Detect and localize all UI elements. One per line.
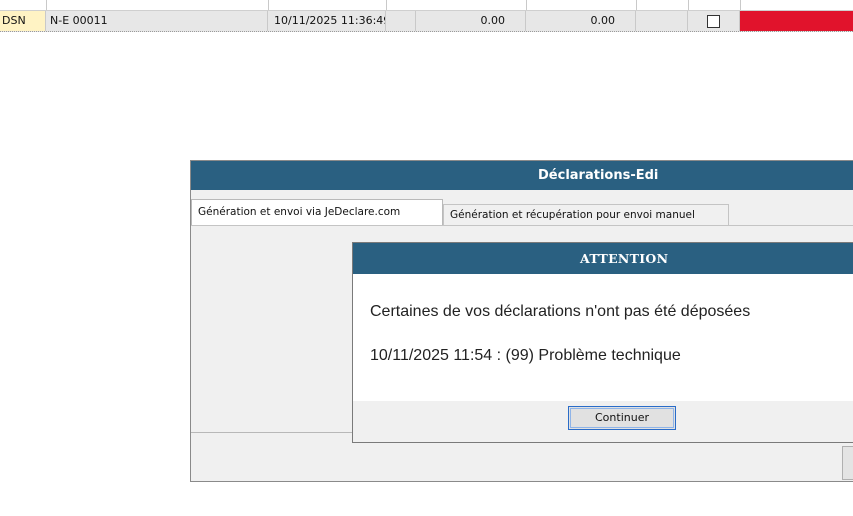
- column-separator: [688, 0, 689, 10]
- dialog-title: ATTENTION: [580, 251, 669, 266]
- row-checkbox[interactable]: [707, 15, 720, 28]
- row-amount1-cell: 0.00: [416, 11, 526, 31]
- dialog-message: Certaines de vos déclarations n'ont pas …: [370, 303, 751, 320]
- attention-dialog: ATTENTION Certaines de vos déclarations …: [352, 242, 853, 443]
- row-amount2-cell: 0.00: [526, 11, 636, 31]
- dialog-error-detail: 10/11/2025 11:54 : (99) Problème techniq…: [370, 347, 681, 364]
- row-empty-cell: [636, 11, 688, 31]
- column-separator: [386, 0, 387, 10]
- row-status-cell: [740, 11, 853, 31]
- row-type-cell: DSN: [0, 11, 46, 31]
- column-separator: [636, 0, 637, 10]
- window-action-button[interactable]: [842, 446, 853, 480]
- dialog-footer: Continuer: [353, 401, 853, 442]
- column-separator: [268, 0, 269, 10]
- row-empty-cell: [386, 11, 416, 31]
- column-separator: [740, 0, 741, 10]
- continue-button[interactable]: Continuer: [568, 406, 676, 430]
- table-row[interactable]: DSN N-E 00011 10/11/2025 11:36:49 0.00 0…: [0, 10, 853, 32]
- tab-manual-send[interactable]: Génération et récupération pour envoi ma…: [443, 204, 729, 225]
- window-title-bar: Déclarations-Edi: [191, 161, 853, 190]
- window-title: Déclarations-Edi: [538, 168, 659, 183]
- row-number-cell: N-E 00011: [46, 11, 268, 31]
- column-separator: [46, 0, 47, 10]
- dialog-title-bar: ATTENTION: [353, 243, 853, 274]
- column-separator: [526, 0, 527, 10]
- row-date-cell: 10/11/2025 11:36:49: [268, 11, 386, 31]
- tab-jedeclare-send[interactable]: Génération et envoi via JeDeclare.com: [191, 199, 443, 226]
